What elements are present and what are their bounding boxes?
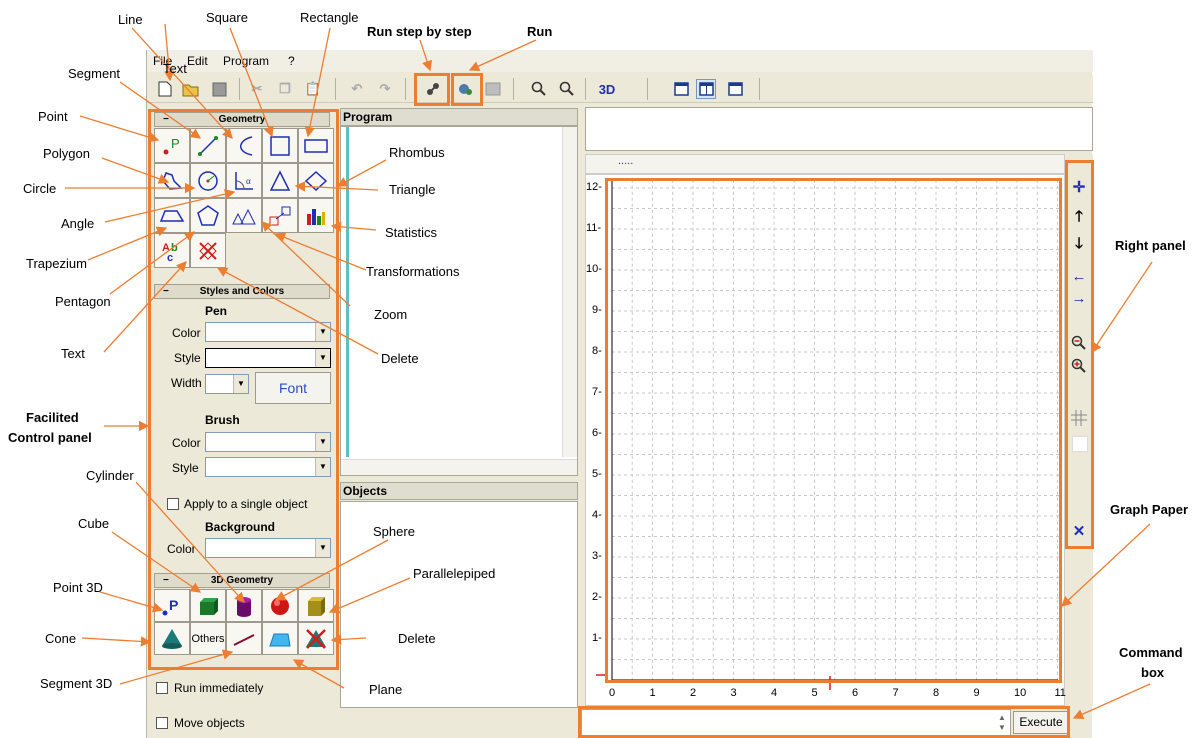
annotation-graph-paper: Graph Paper <box>1110 502 1189 517</box>
annotation-polygon: Polygon <box>43 146 90 161</box>
annotation-angle: Angle <box>61 216 95 231</box>
annotation-rectangle: Rectangle <box>300 10 359 25</box>
annotation-line: Line <box>118 12 143 27</box>
annotation-run-step: Run step by step <box>367 24 472 39</box>
callout-arrows <box>65 23 1153 720</box>
annotation-command-1: Command <box>1119 645 1183 660</box>
annotation-segment: Segment <box>68 66 121 81</box>
annotation-rhombus: Rhombus <box>389 145 445 160</box>
annotation-transformations: Transformations <box>366 264 460 279</box>
annotation-trapezium: Trapezium <box>26 256 87 271</box>
annotation-run: Run <box>527 24 553 39</box>
annotation-delete-3d: Delete <box>398 631 436 646</box>
annotation-facilited-2: Control panel <box>8 430 92 445</box>
annotation-sphere: Sphere <box>373 524 415 539</box>
annotation-right-panel: Right panel <box>1115 238 1186 253</box>
annotation-parallelepiped: Parallelepiped <box>413 566 496 581</box>
annotation-point: Point <box>38 109 68 124</box>
annotation-statistics: Statistics <box>385 225 438 240</box>
annotation-square: Square <box>206 10 248 25</box>
annotation-circle: Circle <box>23 181 57 196</box>
annotation-pentagon: Pentagon <box>55 294 111 309</box>
annotation-cube: Cube <box>78 516 110 531</box>
annotation-text-left: Text <box>61 346 85 361</box>
annotation-zoom: Zoom <box>374 307 408 322</box>
annotation-cylinder: Cylinder <box>86 468 134 483</box>
annotation-cone: Cone <box>45 631 77 646</box>
annotation-triangle: Triangle <box>389 182 436 197</box>
annotation-segment3d: Segment 3D <box>40 676 113 691</box>
annotation-text-top: Text <box>163 61 187 76</box>
annotation-command-2: box <box>1141 665 1165 680</box>
annotation-delete: Delete <box>381 351 419 366</box>
annotation-point3d: Point 3D <box>53 580 103 595</box>
annotation-plane: Plane <box>369 682 403 697</box>
annotation-facilited-1: Facilited <box>26 410 79 425</box>
